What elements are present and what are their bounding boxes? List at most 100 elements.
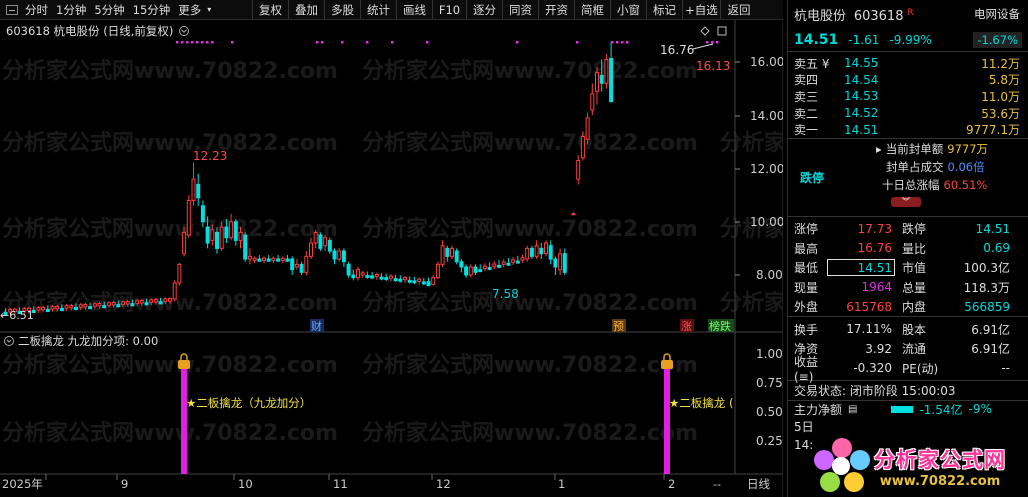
x-tick: 1 <box>558 477 565 491</box>
indicator-options-icon[interactable] <box>6 339 12 343</box>
toolbar-button[interactable]: 小窗 <box>610 0 646 19</box>
candle-body <box>365 275 370 278</box>
period-tab-timeshare[interactable]: 分时 <box>21 2 52 18</box>
candle-body <box>262 257 266 261</box>
y-tick: 8.00 <box>756 268 783 282</box>
event-badge-bang[interactable]: 榜跌 <box>708 319 734 333</box>
period-tab-15min[interactable]: 15分钟 <box>129 2 175 18</box>
stat-label: 最低 <box>794 261 819 276</box>
toolbar-button[interactable]: +自选 <box>682 0 720 19</box>
sector-name[interactable]: 电网设备 <box>974 6 1028 22</box>
candle-body <box>92 303 97 307</box>
stat-value: 615768 <box>846 299 892 314</box>
watermark-text: 分析家公式网www.70822.com <box>720 130 783 156</box>
candle-body <box>299 263 304 273</box>
candle-body <box>45 308 50 313</box>
svg-text:涨: 涨 <box>681 320 692 333</box>
candle-body <box>580 136 585 159</box>
signal-dot <box>341 41 344 44</box>
chart-toolbar: 分时 1分钟 5分钟 15分钟 更多 ▾ 复权 叠加 多股 统计 画线 F10 逐分 同资 开资… <box>0 0 783 20</box>
stat-label: 最高 <box>794 241 819 256</box>
stat-value: 118.3万 <box>963 280 1010 295</box>
toolbar-button[interactable]: 逐分 <box>466 0 502 19</box>
signal-dot <box>711 41 714 44</box>
period-tab-more[interactable]: 更多 <box>174 2 205 18</box>
candle-body <box>520 257 525 261</box>
candle-body <box>337 250 342 260</box>
watermark-text: 分析家公式网www.70822.com <box>720 290 783 316</box>
period-tab-5min[interactable]: 5分钟 <box>90 2 128 18</box>
candle-body <box>191 178 196 201</box>
toolbar-button[interactable]: 叠加 <box>288 0 324 19</box>
candle-body <box>384 277 389 281</box>
candle-body <box>388 275 393 279</box>
candle-body <box>41 306 46 311</box>
toolbar-button[interactable]: 简框 <box>574 0 610 19</box>
signal-dot <box>611 41 614 44</box>
signal-dot <box>391 41 394 44</box>
toolbar-button[interactable]: 返回 <box>720 0 757 19</box>
orderbook-row[interactable]: 卖四 14.54 5.8万 <box>788 72 1028 89</box>
candle-body <box>585 117 590 140</box>
kline-chart[interactable]: 分析家公式网www.70822.com 分析家公式网www.70822.com 分析… <box>0 20 783 497</box>
table-icon[interactable]: ▤ <box>848 404 857 415</box>
stat-label: 涨停 <box>794 222 819 237</box>
toolbar-button[interactable]: 统计 <box>360 0 396 19</box>
event-badge-yu[interactable]: 预 <box>612 319 626 333</box>
candle-body <box>243 234 248 260</box>
orderbook-row[interactable]: 卖五 ¥ 14.55 11.2万 <box>788 55 1028 72</box>
event-badge-zhang[interactable]: 涨 <box>680 319 694 333</box>
period-tab-1min[interactable]: 1分钟 <box>52 2 90 18</box>
toolbar-button[interactable]: 标记 <box>646 0 682 19</box>
toolbar-button[interactable]: 画线 <box>396 0 432 19</box>
candle-body <box>450 247 454 257</box>
candle-body <box>529 247 534 257</box>
stat-value: 16.76 <box>857 241 892 256</box>
orderbook-row[interactable]: 卖一 14.51 9777.1万 <box>788 121 1028 138</box>
candle-body <box>482 265 487 270</box>
panel-toggle-icon[interactable] <box>6 4 18 15</box>
toolbar-button[interactable]: 复权 <box>252 0 288 19</box>
toolbar-button[interactable]: 多股 <box>324 0 360 19</box>
candle-body <box>412 280 417 284</box>
toolbar-button[interactable]: 同资 <box>502 0 538 19</box>
trade-status: 交易状态: 闭市阶段 15:00:03 <box>788 379 1028 400</box>
toolbar-button[interactable]: F10 <box>432 0 466 19</box>
flower-logo-icon <box>812 437 872 496</box>
seal-ratio-row: 封单占成交 0.06倍 <box>886 159 985 174</box>
x-axis: 2025年 9 10 11 12 1 2 -- 日线 <box>2 474 770 491</box>
candle-body <box>252 257 257 261</box>
svg-text:榜跌: 榜跌 <box>709 319 731 333</box>
orderbook-label: 卖三 <box>794 89 819 104</box>
stat-value: 100.3亿 <box>963 261 1010 276</box>
toolbar-buttons: 复权 叠加 多股 统计 画线 F10 逐分 同资 开资 简框 小窗 标记 +自选 返回 <box>252 0 757 19</box>
candle-body <box>200 205 205 223</box>
diamond-icon[interactable] <box>700 26 710 36</box>
orderbook-row[interactable]: 卖三 14.53 11.0万 <box>788 88 1028 105</box>
low-label-2: ←6.51 <box>0 309 34 322</box>
svg-text:预: 预 <box>613 320 624 333</box>
indicator-title: 二板擒龙 九龙加分项: 0.00 <box>18 334 158 348</box>
limit-status: 跌停 <box>800 170 825 185</box>
candle-body <box>78 304 83 308</box>
candle-body <box>59 307 64 312</box>
candle-body <box>506 262 511 266</box>
collapse-icon[interactable]: ︾ <box>891 196 921 207</box>
x-tick: 11 <box>333 477 348 491</box>
layout-icon[interactable] <box>717 26 727 36</box>
candle-body <box>318 234 323 249</box>
candle-body <box>182 231 187 255</box>
candle-body <box>515 260 520 264</box>
event-badge-cai[interactable]: 财 <box>310 319 324 333</box>
watermark-text: 分析家公式网www.70822.com <box>362 130 698 156</box>
orderbook-label: 卖二 <box>794 106 819 121</box>
toolbar-button[interactable]: 开资 <box>538 0 574 19</box>
more-dropdown-icon[interactable]: ▾ <box>205 5 213 14</box>
orderbook-row[interactable]: 卖二 14.52 53.6万 <box>788 105 1028 122</box>
candle-body <box>106 302 111 306</box>
period-label[interactable]: 日线 <box>747 477 770 491</box>
y-tick: 12.00 <box>750 162 783 176</box>
price-change: -1.61 <box>848 32 880 47</box>
watermark-text: 分析家公式网www.70822.com <box>2 216 338 242</box>
candle-body <box>313 231 318 244</box>
